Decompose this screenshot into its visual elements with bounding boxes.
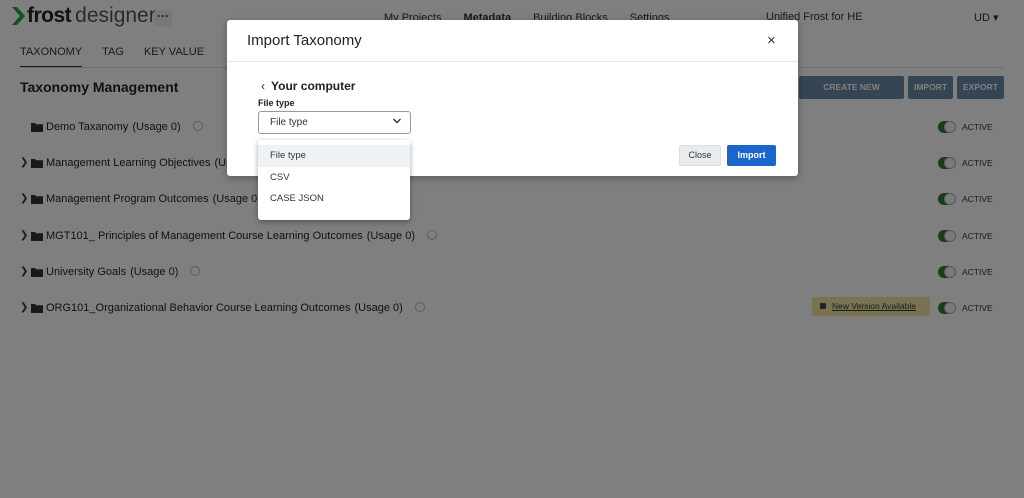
close-icon[interactable]: × bbox=[767, 32, 776, 49]
chevron-down-icon bbox=[393, 118, 401, 124]
dropdown-option-case-json[interactable]: CASE JSON bbox=[258, 188, 410, 210]
file-type-label: File type bbox=[258, 98, 295, 108]
back-to-source-link[interactable]: ‹ Your computer bbox=[261, 79, 355, 93]
dialog-title: Import Taxonomy bbox=[247, 32, 362, 49]
dialog-divider bbox=[227, 61, 798, 62]
import-submit-button[interactable]: Import bbox=[727, 145, 776, 166]
dropdown-option-csv[interactable]: CSV bbox=[258, 167, 410, 189]
close-button[interactable]: Close bbox=[679, 145, 721, 166]
file-type-select[interactable]: File type bbox=[258, 111, 411, 134]
dropdown-option-file-type[interactable]: File type bbox=[258, 145, 410, 167]
file-type-select-value: File type bbox=[270, 117, 308, 128]
chevron-left-icon: ‹ bbox=[261, 79, 265, 93]
back-link-label: Your computer bbox=[271, 79, 356, 93]
file-type-dropdown: File type CSV CASE JSON bbox=[258, 140, 410, 220]
